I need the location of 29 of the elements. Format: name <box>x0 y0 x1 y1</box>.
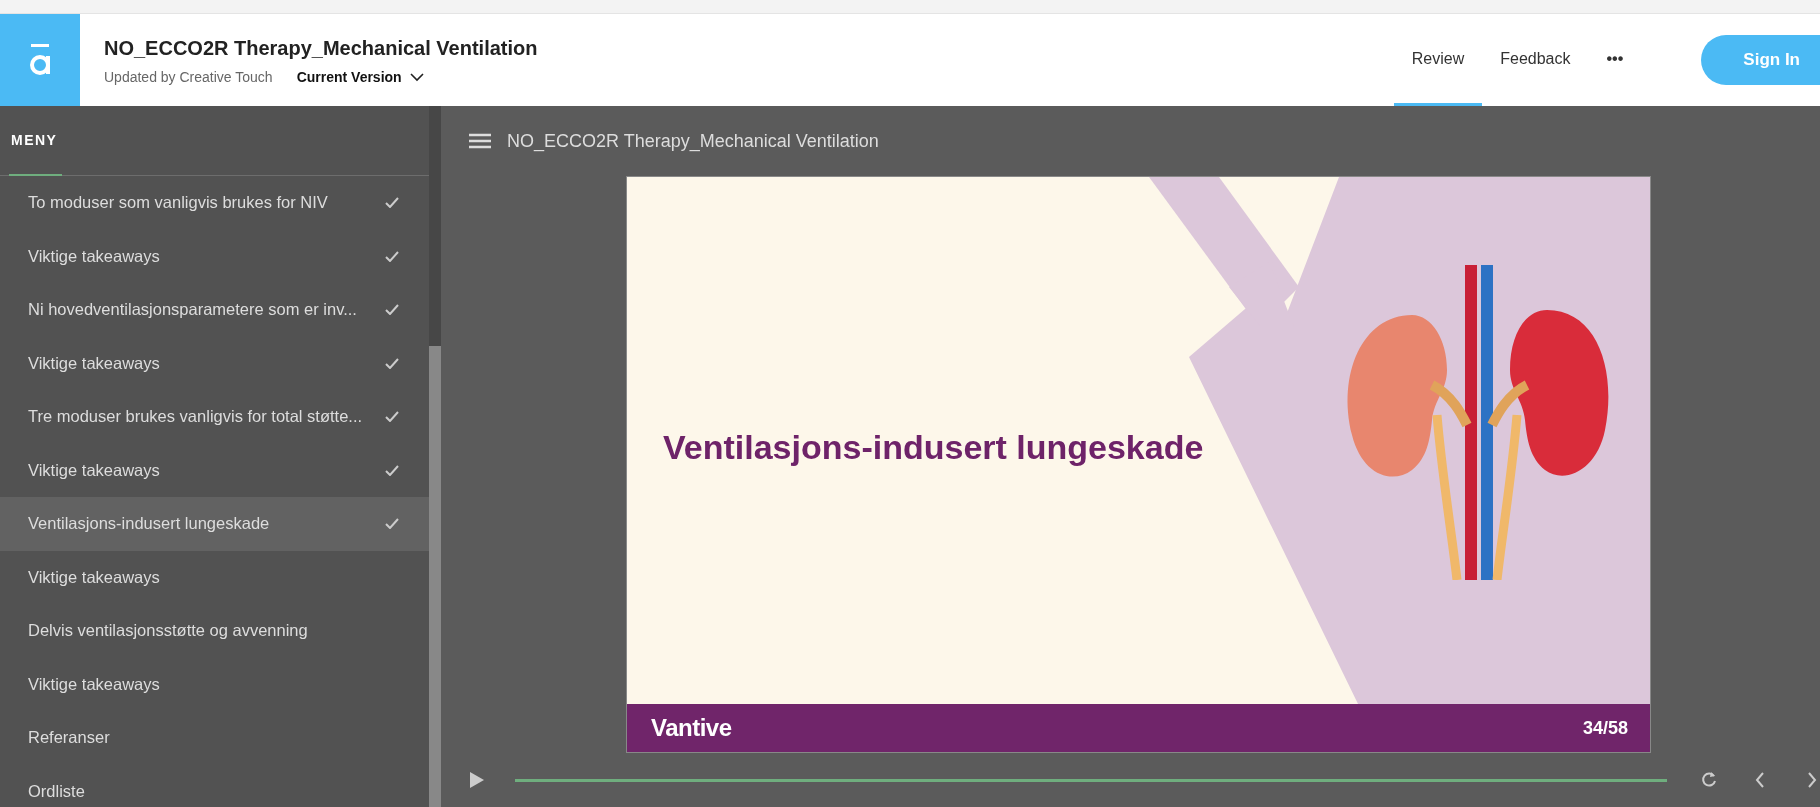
menu-item[interactable]: Delvis ventilasjonsstøtte og avvenning <box>0 604 429 658</box>
nav-tab[interactable]: Review <box>1393 14 1483 106</box>
menu-item[interactable]: Viktige takeaways <box>0 443 429 497</box>
slide-number: 34/58 <box>1582 716 1628 740</box>
replay-button[interactable] <box>1701 771 1718 789</box>
app-logo[interactable] <box>0 14 80 106</box>
menu-item[interactable]: Viktige takeaways <box>0 336 429 390</box>
slide-heading: Ventilasjons-indusert lungeskade <box>663 427 1204 468</box>
chevron-down-icon <box>409 72 424 82</box>
play-button[interactable] <box>469 771 485 789</box>
menu-item[interactable]: Viktige takeaways <box>0 229 429 283</box>
menu-item[interactable]: Tre moduser brukes vanligvis for total støtte... <box>0 390 429 444</box>
menu-icon[interactable] <box>469 133 491 149</box>
menu-item[interactable]: Viktige takeaways <box>0 657 429 711</box>
version-dropdown[interactable]: Current Version <box>296 66 424 88</box>
menu-heading: MENY <box>11 131 58 150</box>
menu-item[interactable]: Referanser <box>0 711 429 765</box>
nav-tab[interactable]: Feedback <box>1482 14 1589 106</box>
updated-by-text: Updated by Creative Touch <box>104 67 273 87</box>
scrollbar-thumb[interactable] <box>429 346 441 807</box>
course-title: NO_ECCO2R Therapy_Mechanical Ventilation <box>507 129 879 154</box>
menu-item[interactable]: Ordliste <box>0 764 429 807</box>
menu-item[interactable]: Ni hovedventilasjonsparametere som er inv... <box>0 283 429 337</box>
menu-item[interactable]: Ventilasjons-indusert lungeskade <box>0 497 429 551</box>
document-title: NO_ECCO2R Therapy_Mechanical Ventilation <box>104 35 539 61</box>
brand-logo: Vantive <box>651 713 732 743</box>
menu-item[interactable]: Viktige takeaways <box>0 550 429 604</box>
more-button[interactable]: ••• <box>1588 14 1642 106</box>
menu-item[interactable]: To moduser som vanligvis brukes for NIV <box>0 176 429 230</box>
